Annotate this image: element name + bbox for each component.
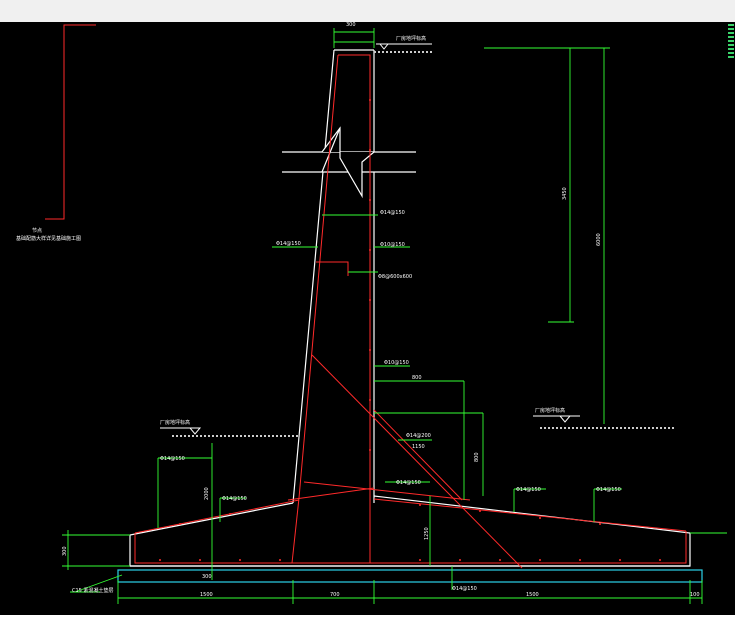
- ground-level-left: 厂房地坪标高: [160, 419, 298, 437]
- ground-level-right: 厂房地坪标高: [533, 407, 676, 429]
- rebar-center-base: Φ14@150: [396, 480, 421, 486]
- window-top-bar: [0, 0, 735, 22]
- rebar-base-r2: Φ14@150: [596, 487, 621, 493]
- break-symbol: [282, 126, 416, 199]
- dim-300-bot: 300: [202, 574, 212, 580]
- dim-bottom-3: 1500: [526, 592, 539, 598]
- drawing-canvas[interactable]: 节点 基础配筋大样详见基础施工图 厂房地坪标高 厂房地坪标高 厂房地坪标高 30…: [0, 22, 727, 615]
- rebar-right-1: Φ14@150: [380, 210, 405, 216]
- dim-1150: 1150: [412, 444, 425, 450]
- cushion-note: C15 素混凝土垫层: [72, 587, 113, 594]
- left-ground-label: 厂房地坪标高: [160, 419, 190, 426]
- rebar-right-2: Φ10@150: [380, 242, 405, 248]
- left-detail-leader: [45, 24, 96, 220]
- dim-2000: 2000: [204, 487, 210, 500]
- rebar-stirrup: Φ8@600x600: [378, 274, 412, 280]
- cad-viewer: 节点 基础配筋大样详见基础施工图 厂房地坪标高 厂房地坪标高 厂房地坪标高 30…: [0, 0, 735, 615]
- rebar-bottom: Φ14@150: [452, 586, 477, 592]
- dim-bottom-4: 100: [690, 592, 700, 598]
- top-level-label: 厂房地坪标高: [396, 35, 426, 42]
- height-upper: 3450: [562, 187, 568, 200]
- rebar-left-outer: Φ14@150: [276, 241, 301, 247]
- dim-1250: 1250: [424, 527, 430, 540]
- rebar-left-base-1: Φ14@150: [160, 456, 185, 462]
- rebar-mid: Φ10@150: [384, 360, 409, 366]
- dim-300-left: 300: [62, 546, 68, 556]
- retaining-wall-section-drawing: 节点 基础配筋大样详见基础施工图 厂房地坪标高 厂房地坪标高 厂房地坪标高 30…: [16, 22, 727, 604]
- ground-level-top: 厂房地坪标高: [374, 35, 434, 53]
- dim-bottom-1: 1500: [200, 592, 213, 598]
- dimension-lines: [62, 28, 727, 604]
- rebar-base-r1: Φ14@150: [516, 487, 541, 493]
- top-width-dim: 300: [346, 22, 356, 28]
- right-scrollbar[interactable]: [727, 22, 735, 615]
- left-note-1: 节点: [32, 228, 42, 234]
- rebar-left-base-2: Φ14@150: [222, 496, 247, 502]
- height-main: 6000: [596, 233, 602, 246]
- rebar-haunch: Φ14@200: [406, 433, 431, 439]
- scrollbar-thumb[interactable]: [728, 24, 734, 58]
- dim-800-v: 800: [474, 452, 480, 462]
- left-note-2: 基础配筋大样详见基础施工图: [16, 235, 81, 242]
- dim-bottom-2: 700: [330, 592, 340, 598]
- right-ground-label: 厂房地坪标高: [535, 407, 565, 414]
- dim-800: 800: [412, 375, 422, 381]
